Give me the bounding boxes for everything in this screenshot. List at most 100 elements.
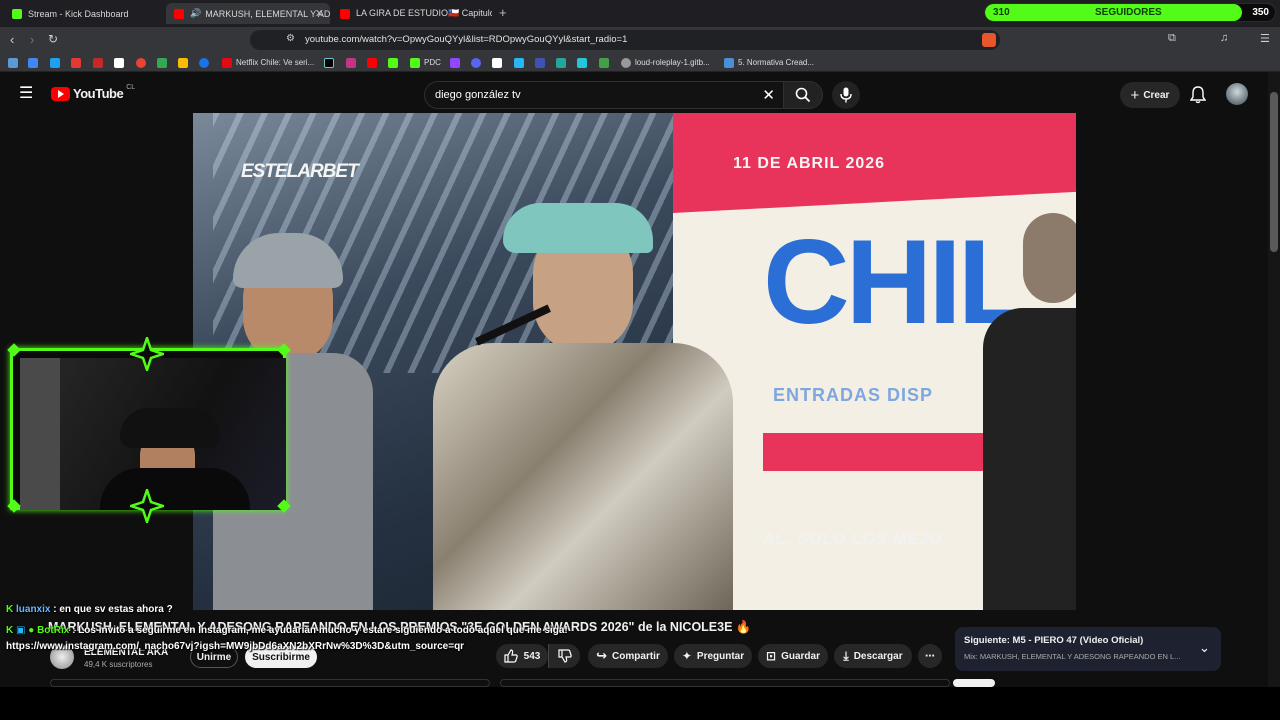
avatar[interactable] <box>1226 83 1248 105</box>
forward-icon[interactable]: › <box>30 32 34 47</box>
share-button[interactable]: ↪ Compartir <box>588 644 668 668</box>
speaker-icon: 🔊 <box>190 8 202 18</box>
webcam-star-bottom-icon <box>130 489 164 523</box>
bookmark-icon[interactable] <box>28 56 42 69</box>
verified-badge-icon: ● <box>28 625 38 636</box>
back-icon[interactable]: ‹ <box>10 32 14 47</box>
bookmark-icon[interactable] <box>114 56 128 69</box>
bookmark-icon[interactable] <box>93 56 107 69</box>
bookmark-icon[interactable] <box>71 56 85 69</box>
chat-username: BotRix <box>37 625 70 636</box>
bookmark-icon[interactable] <box>599 56 613 69</box>
url-text: youtube.com/watch?v=OpwyGouQYyl&list=RDO… <box>305 34 628 45</box>
chat-username: luanxix <box>16 604 51 615</box>
search-button[interactable] <box>783 81 823 109</box>
next-mix-label: Mix: MARKUSH, ELEMENTAL Y ADESONG RAPEAN… <box>964 652 1181 661</box>
search-query-text: diego gonzález tv <box>435 89 521 101</box>
tab-title: LA GIRA DE ESTUDIO🇨🇱 Capitulo <box>356 8 492 18</box>
save-button[interactable]: ⊡ Guardar <box>758 644 828 668</box>
site-settings-icon[interactable]: ⚙ <box>286 33 295 44</box>
bookmark-save-icon: ⊡ <box>766 649 777 663</box>
like-button[interactable]: 543 <box>496 644 548 668</box>
thumbs-down-icon <box>557 649 572 663</box>
ask-button[interactable]: ✦ Preguntar <box>674 644 752 668</box>
browser-toolbar: ‹ › ↻ ☐ ⚙ youtube.com/watch?v=OpwyGouQYy… <box>0 27 1280 53</box>
video-player[interactable]: 11 DE ABRIL 2026 CHIL ENTRADAS DISP AL, … <box>193 113 1076 610</box>
tab-gira-estudio[interactable]: LA GIRA DE ESTUDIO🇨🇱 Capitulo <box>332 3 492 24</box>
document-icon <box>724 57 734 68</box>
dislike-button[interactable] <box>548 644 580 668</box>
chat-message-link: https://www.instagram.com/_nacho67vj?igs… <box>6 641 464 652</box>
microphone-icon <box>840 87 852 103</box>
next-video-card[interactable]: Siguiente: M5 - PIERO 47 (Video Oficial)… <box>955 627 1221 671</box>
extensions-icon[interactable]: ⧉ <box>1168 32 1176 45</box>
youtube-icon <box>340 8 350 19</box>
bookmark-icon[interactable] <box>367 56 381 69</box>
kick-icon <box>12 8 22 19</box>
followers-label: SEGUIDORES <box>1095 7 1162 18</box>
youtube-icon <box>174 8 184 19</box>
bookmark-icon[interactable] <box>471 56 485 69</box>
menu-icon[interactable]: ☰ <box>1260 32 1270 45</box>
bot-badge-icon: ▣ <box>16 625 29 636</box>
scrollbar-thumb[interactable] <box>1270 92 1278 252</box>
chat-text: : en que sv estas ahora ? <box>53 604 173 615</box>
media-icon[interactable]: ♫ <box>1220 32 1228 44</box>
reload-icon[interactable]: ↻ <box>48 32 58 46</box>
bookmark-icon[interactable] <box>8 56 22 69</box>
banner-subtitle: ENTRADAS DISP <box>773 385 934 405</box>
bookmark-icon[interactable] <box>178 56 192 69</box>
tab-kick-dashboard[interactable]: Stream - Kick Dashboard <box>4 3 164 24</box>
chat-text: https://www.instagram.com/_nacho67vj?igs… <box>6 641 465 652</box>
bookmark-icon[interactable] <box>157 56 171 69</box>
bookmark-pdc[interactable]: PDC <box>410 56 441 69</box>
chat-message: K ▣ ● BotRix : Los invito a seguirme en … <box>6 625 568 636</box>
bookmark-icon[interactable] <box>324 56 338 69</box>
new-tab-button[interactable]: + <box>499 5 507 20</box>
sponsor-logo: ESTELARBET <box>241 161 359 182</box>
youtube-logo[interactable]: YouTube CL <box>51 84 135 101</box>
bookmark-icon[interactable] <box>346 56 360 69</box>
pdc-icon <box>410 57 420 68</box>
bookmark-icon[interactable] <box>577 56 591 69</box>
brave-shield-icon[interactable] <box>982 33 996 47</box>
bookmark-icon[interactable] <box>556 56 570 69</box>
clear-search-icon[interactable]: ✕ <box>762 86 775 104</box>
address-bar[interactable]: ⚙ youtube.com/watch?v=OpwyGouQYyl&list=R… <box>250 30 1000 50</box>
chat-message: K luanxix : en que sv estas ahora ? <box>6 604 173 615</box>
browser-tab-bar: Stream - Kick Dashboard 🔊 MARKUSH, ELEME… <box>0 0 1280 27</box>
more-actions-button[interactable]: ⋯ <box>918 644 942 668</box>
page-scrollbar[interactable] <box>1268 72 1280 687</box>
bookmark-loud-roleplay[interactable]: loud-roleplay-1.gitb... <box>621 56 710 69</box>
bookmark-netflix[interactable]: Netflix Chile: Ve seri... <box>222 56 314 69</box>
followers-goal: 350 <box>1252 7 1269 18</box>
more-icon: ⋯ <box>925 650 935 662</box>
close-tab-icon[interactable]: ✕ <box>315 7 324 20</box>
bookmarks-bar: Netflix Chile: Ve seri... PDC loud-rolep… <box>0 53 1280 72</box>
netflix-icon <box>222 57 232 68</box>
download-button[interactable]: ⤓ Descargar <box>834 644 912 668</box>
bookmark-normativa[interactable]: 5. Normativa Cread... <box>724 56 814 69</box>
bookmark-icon[interactable] <box>136 56 150 69</box>
bookmark-icon[interactable] <box>535 56 549 69</box>
bookmark-icon[interactable] <box>388 56 402 69</box>
hamburger-menu-icon[interactable]: ☰ <box>19 83 33 103</box>
channel-subscribers: 49,4 K suscriptores <box>84 660 153 669</box>
search-input[interactable]: diego gonzález tv ✕ <box>424 81 784 109</box>
next-video-label: Siguiente: M5 - PIERO 47 (Video Oficial) <box>964 635 1144 646</box>
bookmark-icon[interactable] <box>492 56 506 69</box>
thumbs-up-icon <box>504 649 518 663</box>
chat-text: : Los invito a seguirme en Instagram, me… <box>72 625 568 636</box>
plus-icon: + <box>1130 86 1140 104</box>
chevron-down-icon[interactable]: ⌄ <box>1199 640 1210 656</box>
create-button[interactable]: + Crear <box>1120 82 1180 108</box>
voice-search-button[interactable] <box>832 81 860 109</box>
tab-youtube-video[interactable]: 🔊 MARKUSH, ELEMENTAL Y ADE ✕ <box>166 3 330 24</box>
notifications-bell-icon[interactable] <box>1190 86 1206 104</box>
bookmark-icon[interactable] <box>50 56 64 69</box>
bookmark-icon[interactable] <box>450 56 464 69</box>
bookmark-icon[interactable] <box>199 56 213 69</box>
share-icon: ↪ <box>596 648 608 663</box>
webcam-feed <box>20 358 286 510</box>
bookmark-icon[interactable] <box>514 56 528 69</box>
